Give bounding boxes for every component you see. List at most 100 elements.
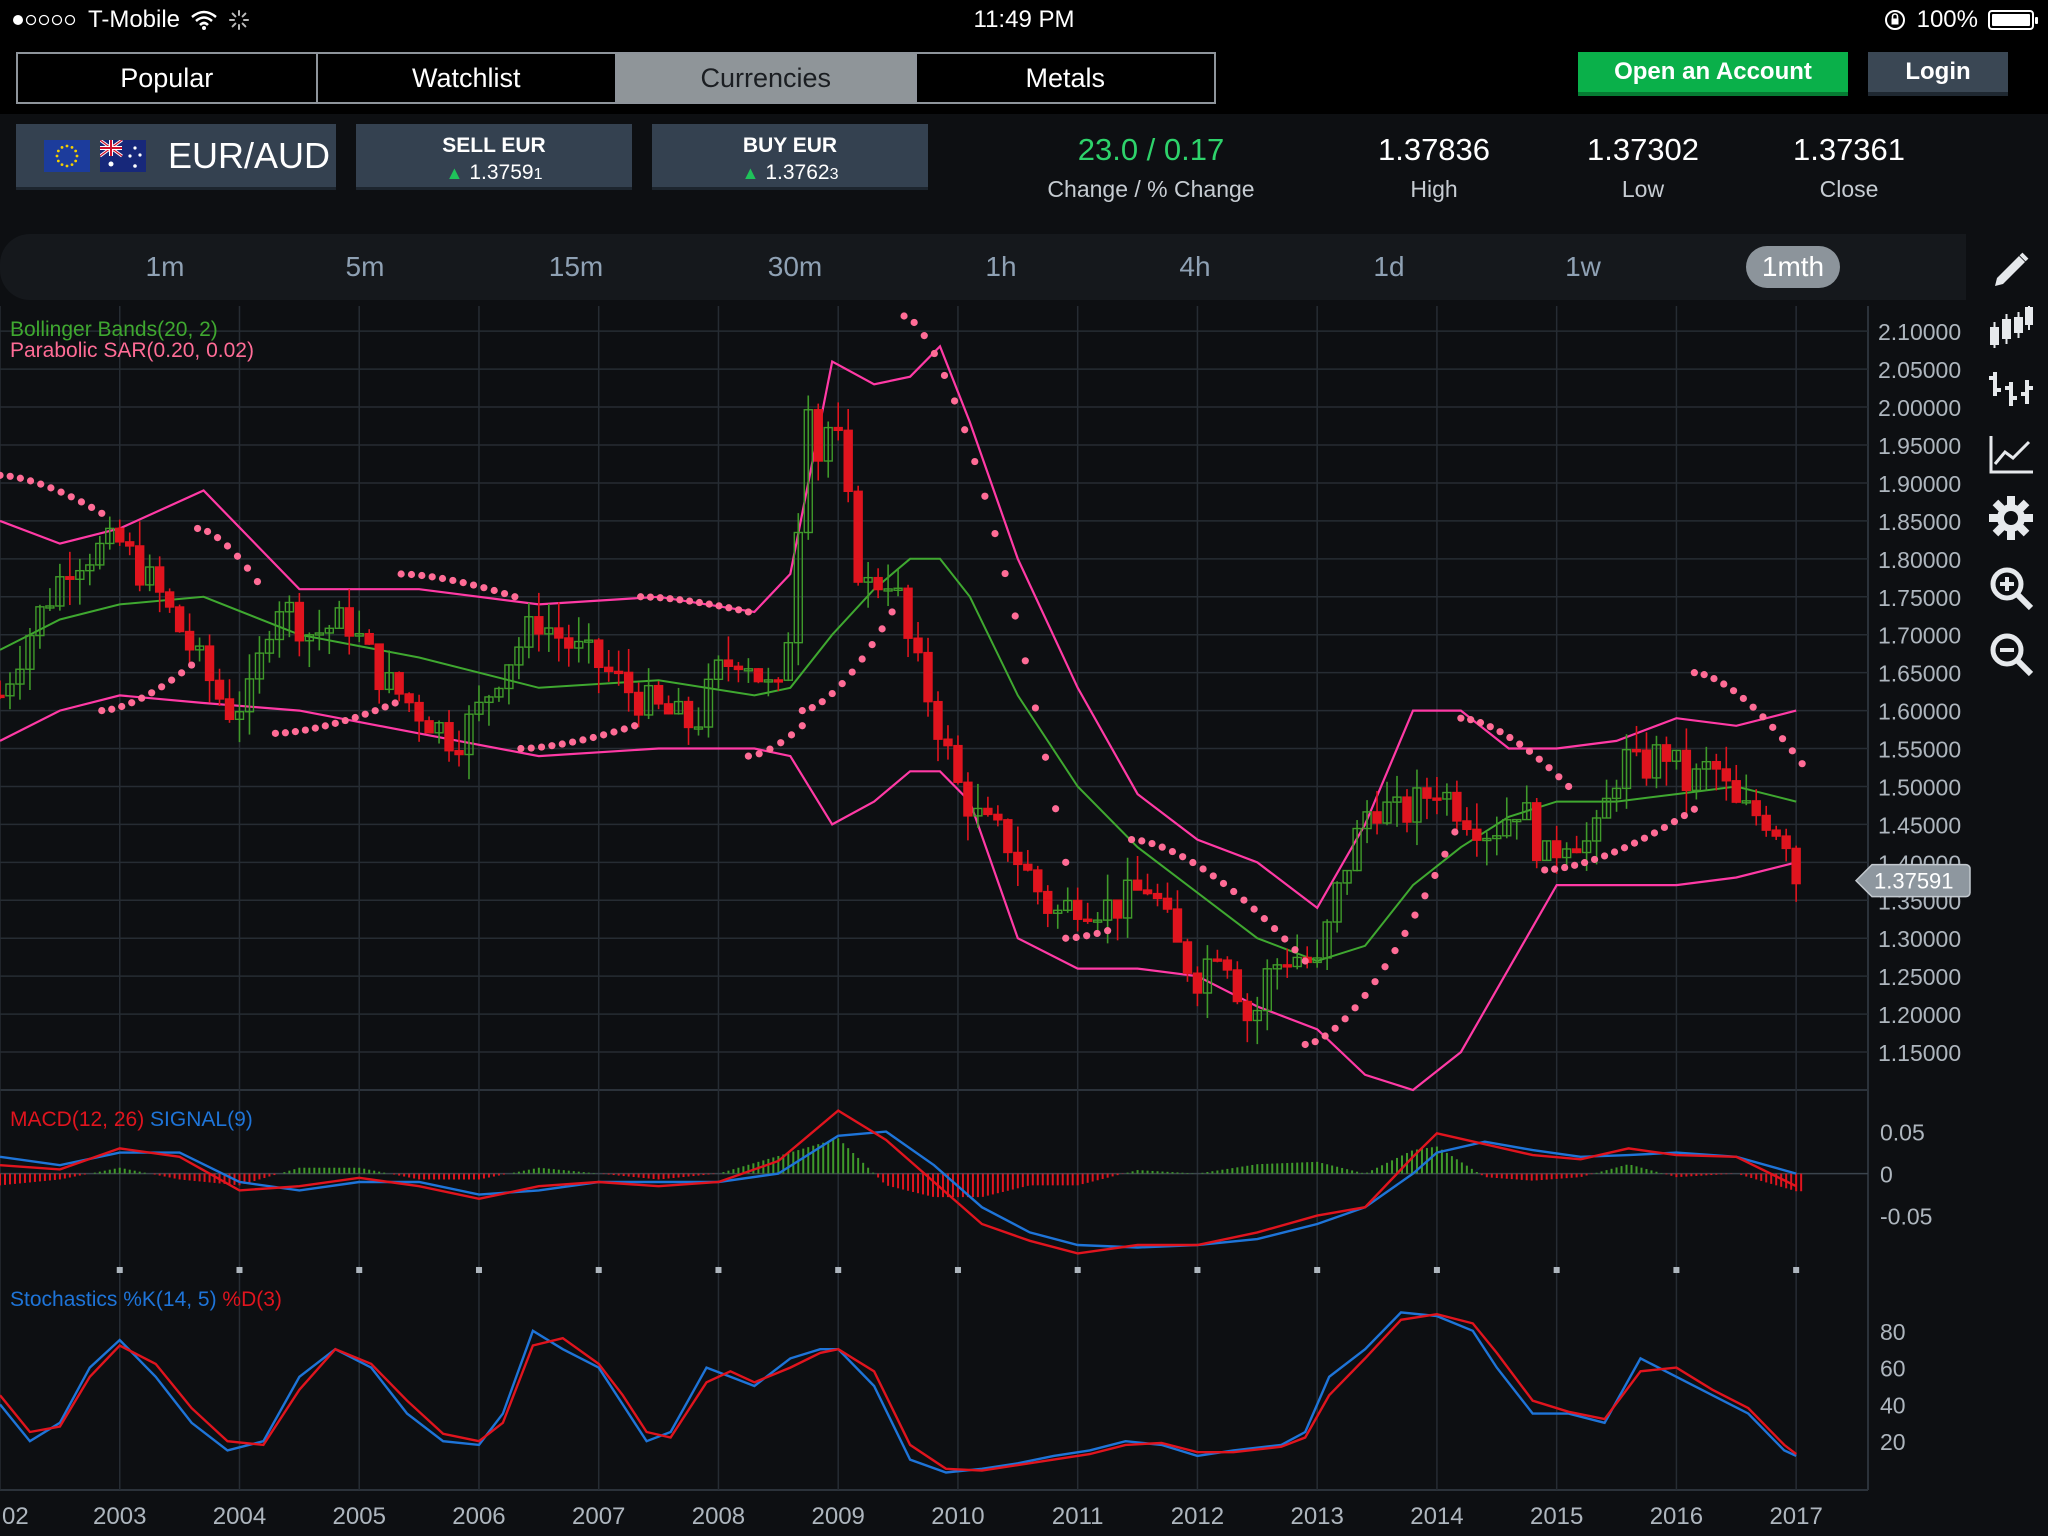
parabolic-sar-dot	[108, 705, 116, 713]
parabolic-sar-dot	[940, 371, 949, 380]
tab-popular[interactable]: Popular	[18, 54, 318, 102]
candle-down	[1043, 890, 1053, 914]
candle-down	[1721, 768, 1732, 782]
tab-currencies[interactable]: Currencies	[617, 54, 917, 102]
close-label: Close	[1819, 176, 1879, 202]
tab-metals[interactable]: Metals	[917, 54, 1215, 102]
candle-down	[344, 607, 354, 637]
instrument-selector[interactable]: EUR/AUD	[16, 124, 336, 190]
time-axis-label: 2004	[213, 1503, 266, 1530]
price-axis-label: 1.20000	[1878, 1002, 1961, 1028]
timeframe-selector: 1m 5m 15m 30m 1h 4h 1d 1w 1mth	[0, 234, 1966, 300]
timeframe-15m[interactable]: 15m	[536, 246, 616, 288]
parabolic-sar-dot	[341, 716, 349, 725]
parabolic-sar-dot	[725, 604, 733, 612]
candle-down	[224, 698, 235, 721]
timeframe-5m[interactable]: 5m	[330, 246, 400, 288]
parabolic-sar-dot	[1720, 680, 1728, 688]
parabolic-sar-dot	[1093, 929, 1101, 938]
timeframe-1m[interactable]: 1m	[130, 246, 200, 288]
parabolic-sar-dot	[67, 493, 75, 501]
parabolic-sar-dot	[631, 722, 639, 730]
parabolic-sar-dot	[610, 728, 618, 736]
zoom-out-icon[interactable]	[1987, 630, 2035, 678]
pencil-icon[interactable]	[1987, 246, 2035, 294]
parabolic-sar-dot	[1401, 929, 1409, 938]
open-account-button[interactable]: Open an Account	[1578, 52, 1848, 96]
timeframe-1h[interactable]: 1h	[966, 246, 1036, 288]
candle-down	[65, 576, 75, 580]
parabolic-sar-dot	[480, 584, 488, 592]
candle-down	[843, 429, 853, 493]
price-axis-label: 1.15000	[1878, 1040, 1961, 1066]
candle-down	[733, 665, 744, 671]
timeframe-30m[interactable]: 30m	[752, 246, 838, 288]
parabolic-sar-dot	[848, 668, 856, 676]
parabolic-sar-dot	[1571, 861, 1579, 869]
parabolic-sar-dot	[1431, 871, 1439, 880]
parabolic-sar-dot	[438, 574, 447, 583]
parabolic-sar-dot	[1496, 728, 1504, 736]
parabolic-sar-dot	[1331, 1024, 1339, 1032]
gear-icon[interactable]	[1987, 494, 2035, 542]
login-button[interactable]: Login	[1868, 52, 2008, 96]
chart-canvas[interactable]: 02 2003 2004 2005 2006 2007 2008 2009 2010 2011 20…	[0, 306, 1972, 1536]
parabolic-sar-dot	[558, 740, 566, 748]
parabolic-sar-dot	[321, 722, 329, 730]
parabolic-sar-dot	[1590, 855, 1599, 864]
close-stat: 1.37361 Close	[1779, 132, 1919, 203]
parabolic-sar-dot	[1650, 829, 1659, 837]
parabolic-sar-dot	[766, 745, 774, 753]
candlestick-icon[interactable]	[1987, 304, 2035, 352]
parabolic-sar-dot	[600, 731, 608, 739]
timeframe-4h[interactable]: 4h	[1160, 246, 1230, 288]
parabolic-sar-dot	[1381, 963, 1389, 971]
parabolic-sar-dot	[223, 542, 232, 550]
market-tabs: Popular Watchlist Currencies Metals	[16, 52, 1216, 104]
parabolic-sar-dot	[961, 426, 969, 434]
parabolic-sar-dot	[1230, 887, 1238, 896]
parabolic-sar-dot	[1486, 723, 1494, 731]
stochastic-legend: Stochastics %K(14, 5) %D(3)	[10, 1288, 282, 1311]
parabolic-sar-dot	[818, 698, 826, 706]
timeframe-1w[interactable]: 1w	[1548, 246, 1618, 288]
parabolic-sar-dot	[203, 527, 212, 536]
candle-down	[1222, 959, 1233, 971]
time-axis-label: 2013	[1290, 1503, 1343, 1530]
parabolic-sar-dot	[1127, 835, 1136, 844]
parabolic-sar-dot	[98, 509, 106, 517]
buy-label: BUY EUR	[742, 134, 838, 157]
tab-watchlist[interactable]: Watchlist	[318, 54, 617, 102]
price-chart[interactable]: 02 2003 2004 2005 2006 2007 2008 2009 2010 2011 20…	[0, 306, 1972, 1536]
parabolic-sar-dot	[1138, 837, 1146, 845]
parabolic-sar-dot	[351, 713, 359, 722]
parabolic-sar-dot	[301, 726, 309, 734]
buy-button[interactable]: BUY EUR ▲ 1.37623	[652, 124, 928, 190]
candle-down	[1751, 800, 1761, 817]
parabolic-sar-dot	[1660, 823, 1669, 832]
parabolic-sar-dot	[930, 349, 938, 358]
ohlc-bars-icon[interactable]	[1987, 366, 2035, 414]
line-chart-icon[interactable]	[1987, 430, 2035, 478]
low-value: 1.37302	[1586, 132, 1700, 167]
candle-down	[1771, 829, 1781, 837]
candle-down	[424, 720, 434, 734]
parabolic-sar-dot	[1690, 669, 1698, 677]
parabolic-sar-dot	[950, 397, 959, 405]
timeframe-1mth[interactable]: 1mth	[1746, 246, 1840, 288]
change-label: Change / % Change	[1047, 176, 1255, 202]
parabolic-sar-dot	[1062, 858, 1070, 866]
sell-button[interactable]: SELL EUR ▲ 1.37591	[356, 124, 632, 190]
candle-down	[1013, 851, 1023, 866]
parabolic-sar-dot	[744, 752, 752, 760]
candle-down	[0, 694, 5, 699]
candle-down	[853, 490, 863, 583]
status-right: 100%	[1883, 6, 2038, 34]
zoom-in-icon[interactable]	[1987, 564, 2035, 612]
timeframe-1d[interactable]: 1d	[1354, 246, 1424, 288]
parabolic-sar-dot	[271, 729, 280, 737]
candle-down	[903, 587, 913, 639]
candle-down	[374, 643, 384, 691]
pane-marker	[356, 1267, 363, 1273]
parabolic-sar-dot	[1041, 753, 1050, 761]
